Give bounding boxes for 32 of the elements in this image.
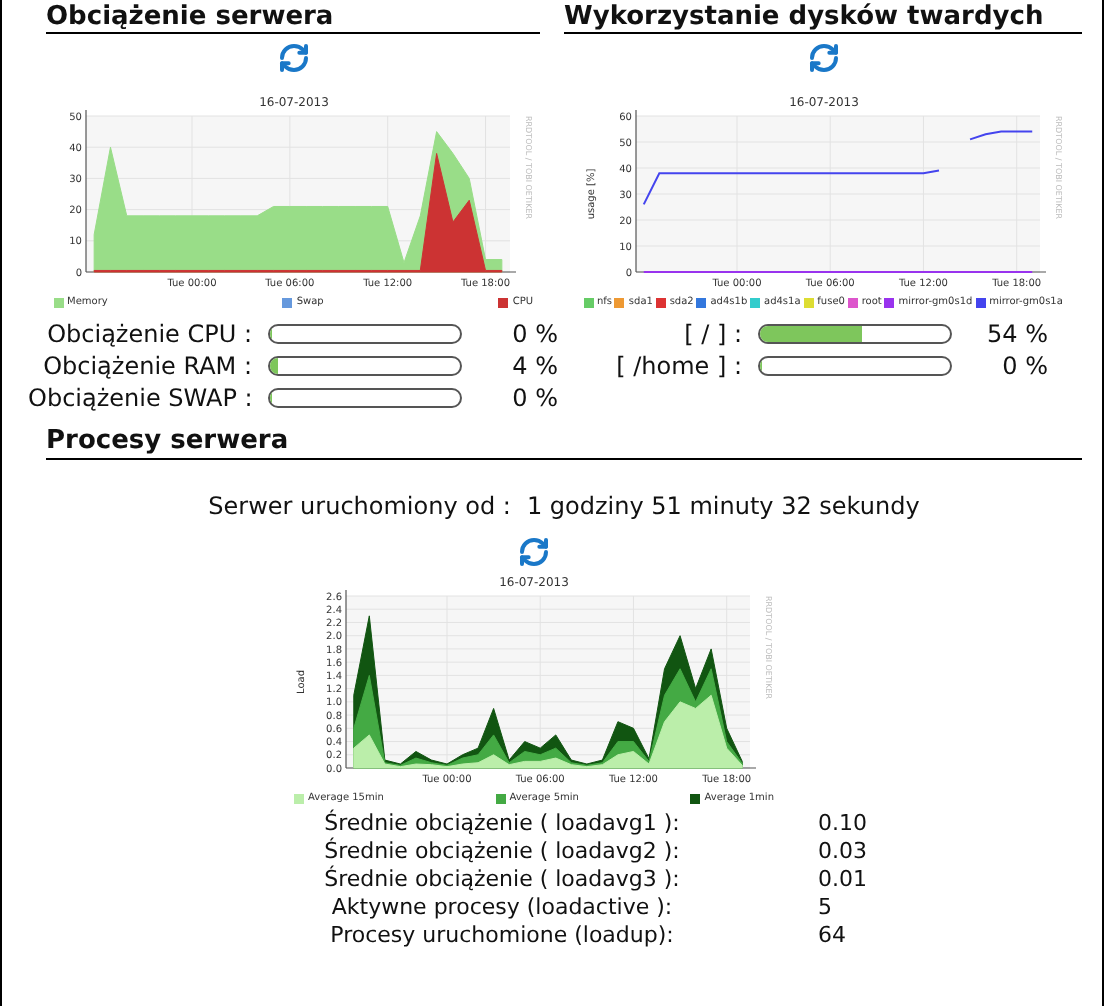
meter-reading: 0 %	[510, 381, 558, 415]
refresh-icon	[807, 42, 839, 74]
meter-label: [ /home ] :	[614, 349, 744, 383]
section-heading: Procesy serwera	[46, 425, 1082, 459]
stat-label: Aktywne procesy (loadactive ):	[329, 894, 675, 922]
section-heading: Obciążenie serwera	[46, 0, 540, 34]
refresh-button[interactable]	[277, 42, 309, 74]
meter-label: [ / ] :	[682, 317, 744, 351]
refresh-button[interactable]	[807, 42, 839, 74]
meter-label: Obciążenie RAM :	[41, 349, 254, 383]
meter-label: Obciążenie CPU :	[45, 317, 254, 351]
chart-line	[968, 130, 1033, 141]
meter-reading: 54 %	[985, 317, 1048, 351]
stat-label: Średnie obciążenie ( loadavg1 ):	[322, 810, 682, 837]
meter-reading: 0 %	[510, 317, 558, 351]
uptime-value: 1 godziny 51 minuty 32 sekundy	[526, 489, 920, 523]
meter-reading: 0 %	[1000, 349, 1048, 383]
refresh-icon	[277, 42, 309, 74]
meter-reading: 4 %	[510, 349, 558, 383]
stat-value: 0.10	[816, 810, 869, 838]
stat-value: 5	[816, 894, 834, 922]
refresh-icon	[518, 535, 550, 567]
stat-label: Procesy uruchomione (loadup):	[328, 922, 676, 950]
stat-value: 0.03	[816, 838, 869, 866]
section-heading: Wykorzystanie dysków twardych	[564, 0, 1082, 34]
stat-label: Średnie obciążenie ( loadavg2 ):	[322, 838, 682, 865]
meter-label: Obciążenie SWAP :	[28, 381, 255, 415]
refresh-button[interactable]	[518, 535, 550, 567]
stat-value: 64	[816, 922, 848, 950]
stat-value: 0.01	[816, 866, 869, 894]
uptime-label: Serwer uruchomiony od :	[208, 489, 511, 523]
stat-label: Średnie obciążenie ( loadavg3 ):	[322, 866, 682, 894]
